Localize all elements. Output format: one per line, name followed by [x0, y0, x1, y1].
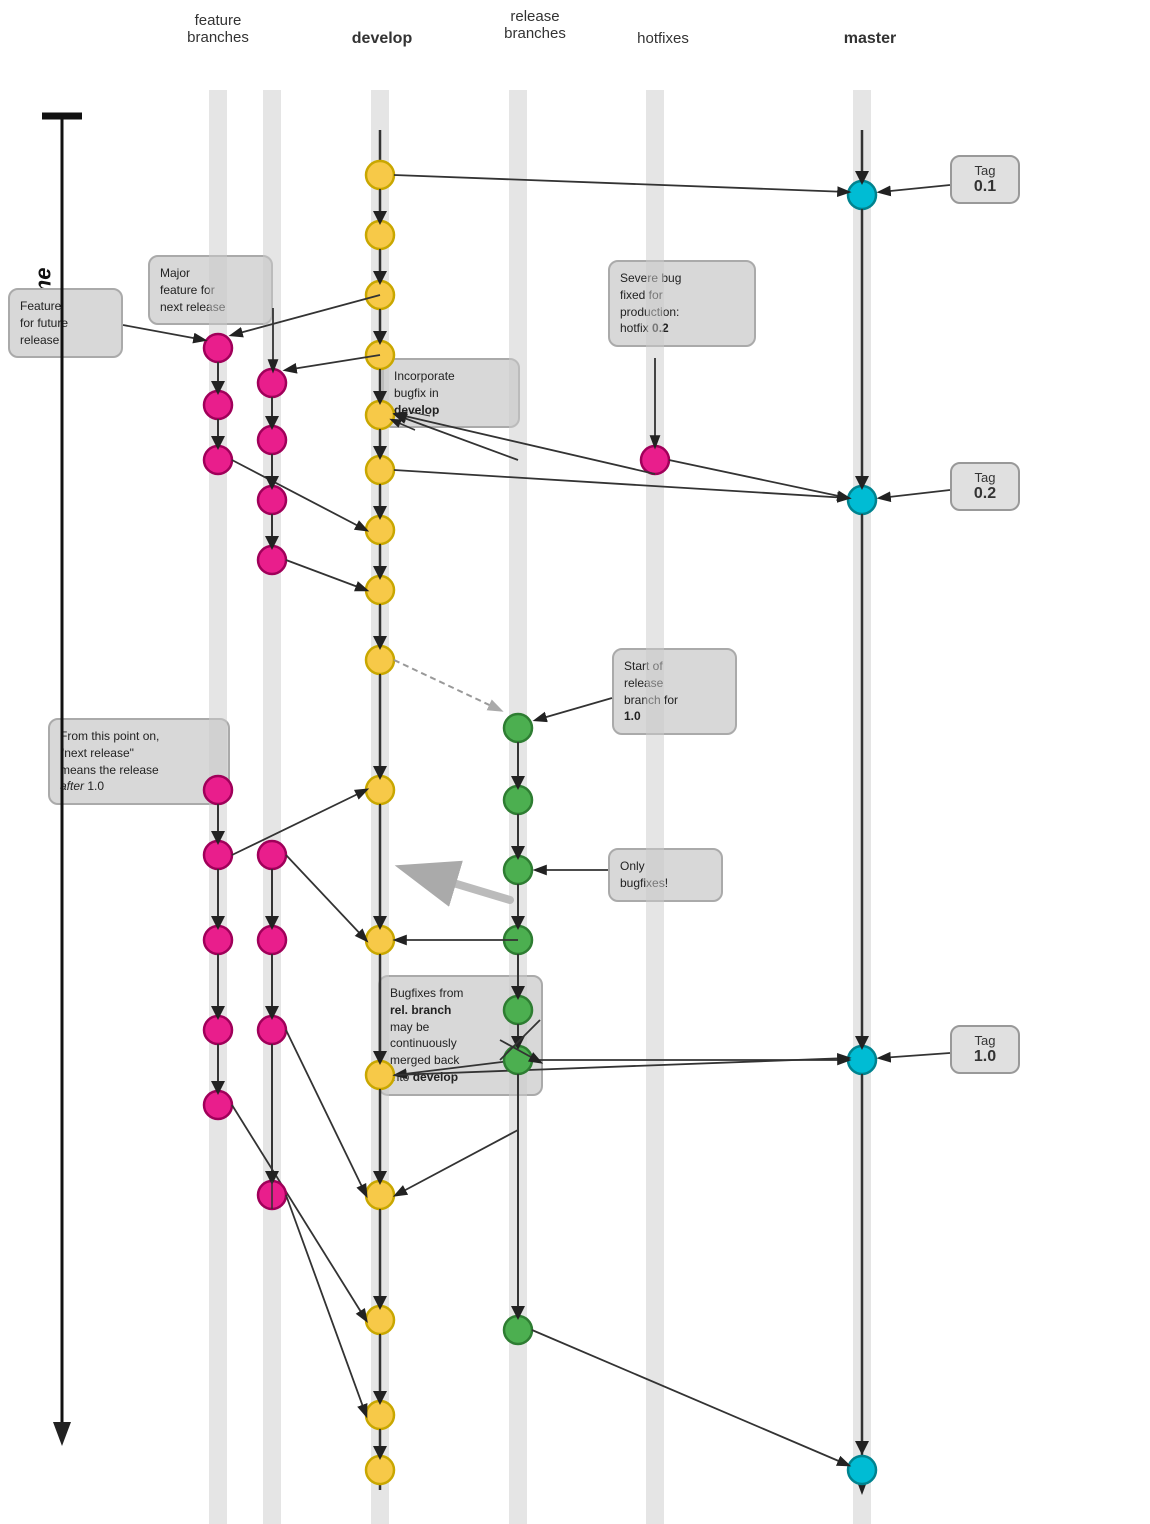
flow-svg [0, 0, 1150, 1524]
git-flow-diagram: featurebranches develop releasebranches … [0, 0, 1150, 1524]
